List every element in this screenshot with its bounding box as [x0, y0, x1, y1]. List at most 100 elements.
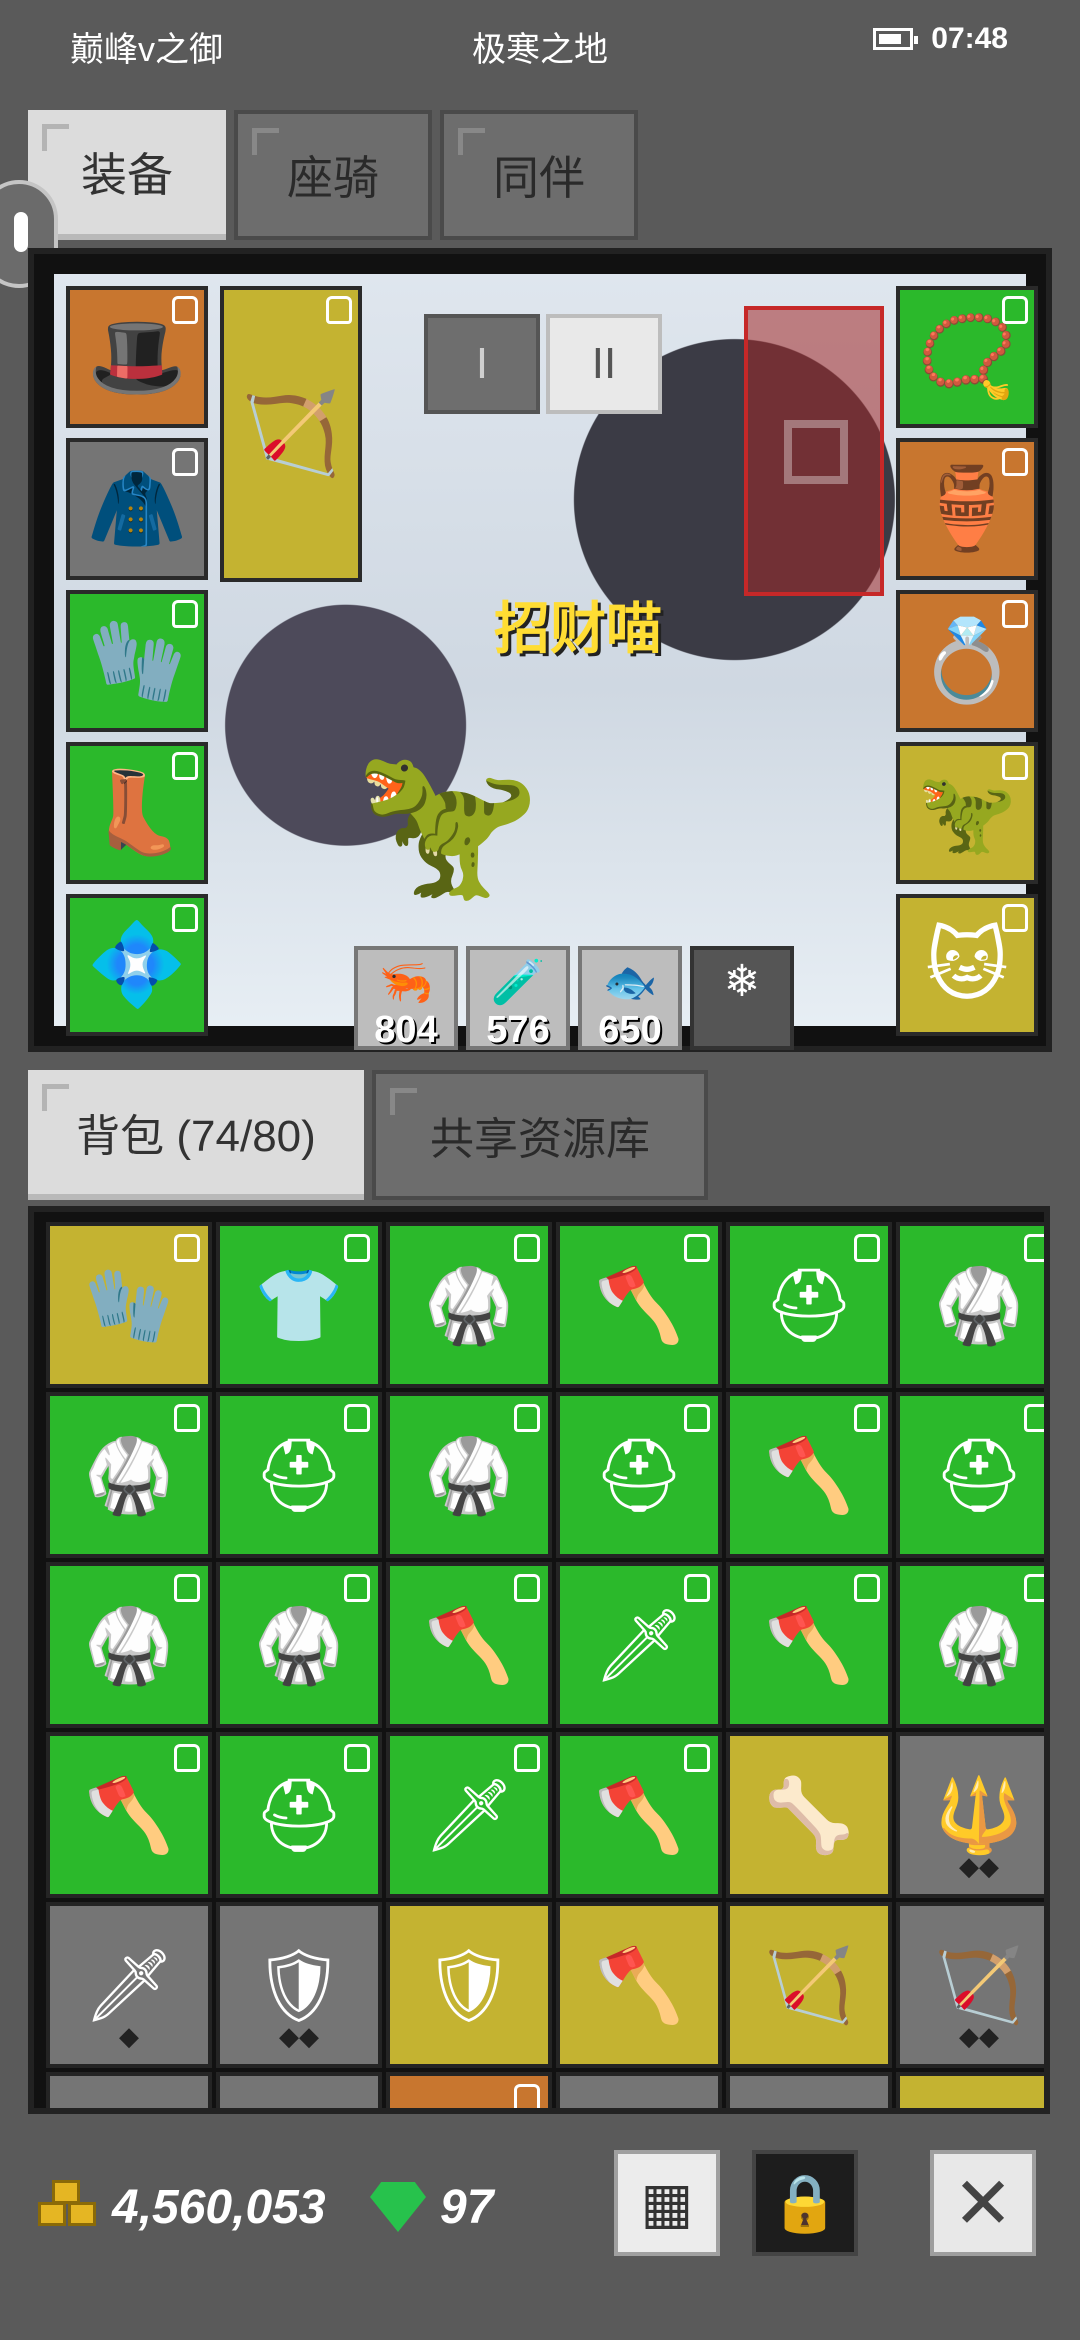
slot-belt[interactable]: 💠 — [66, 894, 208, 1036]
slot-head[interactable]: 🎩 — [66, 286, 208, 428]
inventory-slot[interactable]: 🥋 — [386, 1392, 552, 1558]
inventory-slot[interactable]: ⛑ — [726, 1222, 892, 1388]
inventory-slot[interactable]: 🏹 ◆◆ — [896, 1902, 1044, 2068]
inventory-slot[interactable]: 🥋 — [46, 1562, 212, 1728]
slot-companion[interactable]: 🐱 — [896, 894, 1038, 1036]
inventory-slot[interactable]: 🥋 — [386, 1222, 552, 1388]
inventory-slot[interactable]: 🪓 — [726, 2072, 892, 2108]
lock-icon — [326, 296, 352, 324]
tab-companion[interactable]: 同伴 — [440, 110, 638, 240]
item-icon: 🥋 — [84, 1605, 174, 1686]
lock-icon — [1024, 1234, 1044, 1262]
lock-icon — [854, 1404, 880, 1432]
sort-button[interactable]: ▦ — [614, 2150, 720, 2256]
bottom-bar: 4,560,053 97 ▦ 🔒 ✕ — [0, 2140, 1080, 2290]
inventory-slot[interactable]: 🗡 — [556, 1562, 722, 1728]
inventory-slot[interactable]: 🥋 — [46, 1392, 212, 1558]
slot-mount[interactable]: 🦖 — [896, 742, 1038, 884]
item-icon: 🗡 — [423, 1775, 515, 1856]
inventory-slot[interactable]: 🪨 — [46, 2072, 212, 2108]
item-icon: 🗡 — [83, 1945, 175, 2026]
inventory-slot[interactable]: 👹 — [216, 2072, 382, 2108]
lock-icon — [684, 1574, 710, 1602]
inventory-slot[interactable]: 👕 — [216, 1222, 382, 1388]
inventory-slot[interactable]: 🪓 — [726, 1392, 892, 1558]
consumable-slot-4[interactable]: ❄ — [690, 946, 794, 1050]
lock-icon — [172, 904, 198, 932]
fish-icon: 🐟 — [602, 958, 658, 1007]
inventory-slot[interactable]: 🪓 — [556, 2072, 722, 2108]
slot-relic[interactable]: 🏺 — [896, 438, 1038, 580]
inventory-slot[interactable]: 🪓 — [46, 1732, 212, 1898]
lock-icon — [684, 1404, 710, 1432]
inventory-panel: 🧤👕🥋🪓⛑🥋🥋⛑🥋⛑🪓⛑🥋🥋🪓🗡🪓🥋🪓⛑🗡🪓🦴🔱◆◆🗡◆🛡◆◆🛡🪓🏹🏹◆◆🪨👹🎭… — [28, 1206, 1050, 2114]
inventory-slot[interactable]: 🧤 — [46, 1222, 212, 1388]
socket-pips: ◆◆ — [959, 2021, 999, 2051]
status-right: 07:48 — [873, 22, 1008, 56]
inventory-slot[interactable]: 🪓 — [726, 1562, 892, 1728]
inventory-slot[interactable]: ⛑ — [216, 1392, 382, 1558]
loadout-1-button[interactable]: I — [424, 314, 540, 414]
character-name: 招财喵 — [494, 597, 662, 660]
consumable-count: 804 — [374, 1009, 438, 1051]
inventory-slot[interactable]: 🏹 — [726, 1902, 892, 2068]
tab-mount[interactable]: 座骑 — [234, 110, 432, 240]
slot-ring[interactable]: 💍 — [896, 590, 1038, 732]
belt-icon: 💠 — [87, 920, 187, 1009]
inventory-slot[interactable]: ⛑ — [216, 1732, 382, 1898]
item-icon: 🥋 — [424, 1435, 514, 1516]
tab-backpack[interactable]: 背包 (74/80) — [28, 1070, 364, 1200]
inventory-slot[interactable]: 🥋 — [896, 1562, 1044, 1728]
lock-icon — [514, 1574, 540, 1602]
inventory-slot[interactable]: 🗡 ◆ — [46, 1902, 212, 2068]
gloves-icon: 🧤 — [87, 616, 187, 705]
lock-icon — [344, 1234, 370, 1262]
consumable-slot-3[interactable]: 🐟 650 — [578, 946, 682, 1051]
inventory-slot[interactable]: 🛡 — [896, 2072, 1044, 2115]
inventory-slot[interactable]: 🪓 — [556, 1732, 722, 1898]
item-icon: 🛡 — [933, 2113, 1024, 2115]
inventory-slot[interactable]: ⛑ — [896, 1392, 1044, 1558]
lock-icon — [514, 1234, 540, 1262]
item-icon: 🗡 — [593, 1605, 685, 1686]
consumable-slot-2[interactable]: 🧪 576 — [466, 946, 570, 1051]
inventory-slot[interactable]: 🛡 ◆◆ — [216, 1902, 382, 2068]
inventory-slot[interactable]: 🪓 — [556, 1902, 722, 2068]
slot-weapon[interactable]: 🏹 — [220, 286, 362, 582]
inventory-slot[interactable]: 🗡 — [386, 1732, 552, 1898]
item-icon: ⛑ — [593, 1435, 685, 1516]
slot-boots[interactable]: 👢 — [66, 742, 208, 884]
lock-button[interactable]: 🔒 — [752, 2150, 858, 2256]
tab-shared-storage[interactable]: 共享资源库 — [372, 1070, 708, 1200]
hat-icon: 🎩 — [87, 312, 187, 401]
lock-icon — [684, 1744, 710, 1772]
lock-icon — [344, 1574, 370, 1602]
inventory-slot[interactable]: 🪓 — [386, 1562, 552, 1728]
inventory-slot[interactable]: 🔱 ◆◆ — [896, 1732, 1044, 1898]
item-icon: ⛑ — [253, 1775, 345, 1856]
lock-icon — [172, 752, 198, 780]
inventory-slot[interactable]: 🪓 — [556, 1222, 722, 1388]
item-icon: 🪓 — [764, 1435, 854, 1516]
inventory-slot[interactable]: 🥋 — [216, 1562, 382, 1728]
item-icon: 👕 — [254, 1265, 344, 1346]
consumable-slot-1[interactable]: 🦐 804 — [354, 946, 458, 1051]
inventory-slot[interactable]: ⛑ — [556, 1392, 722, 1558]
loadout-2-button[interactable]: II — [546, 314, 662, 414]
item-icon: 🪓 — [594, 1265, 684, 1346]
lock-icon — [1002, 752, 1028, 780]
item-icon: 🏹 — [934, 1945, 1024, 2026]
inventory-slot[interactable]: 🦴 — [726, 1732, 892, 1898]
socket-pips: ◆◆ — [279, 2021, 319, 2051]
inventory-slot[interactable]: 🥋 — [896, 1222, 1044, 1388]
close-button[interactable]: ✕ — [930, 2150, 1036, 2256]
slot-gloves[interactable]: 🧤 — [66, 590, 208, 732]
inventory-slot[interactable]: 🛡 — [386, 1902, 552, 2068]
boots-icon: 👢 — [87, 768, 187, 857]
slot-chest[interactable]: 🧥 — [66, 438, 208, 580]
raptor-icon: 🦖 — [917, 768, 1017, 857]
slot-amulet[interactable]: 📿 — [896, 286, 1038, 428]
inventory-slot[interactable]: 🎭 — [386, 2072, 552, 2108]
lock-icon — [172, 448, 198, 476]
lock-icon — [174, 1234, 200, 1262]
